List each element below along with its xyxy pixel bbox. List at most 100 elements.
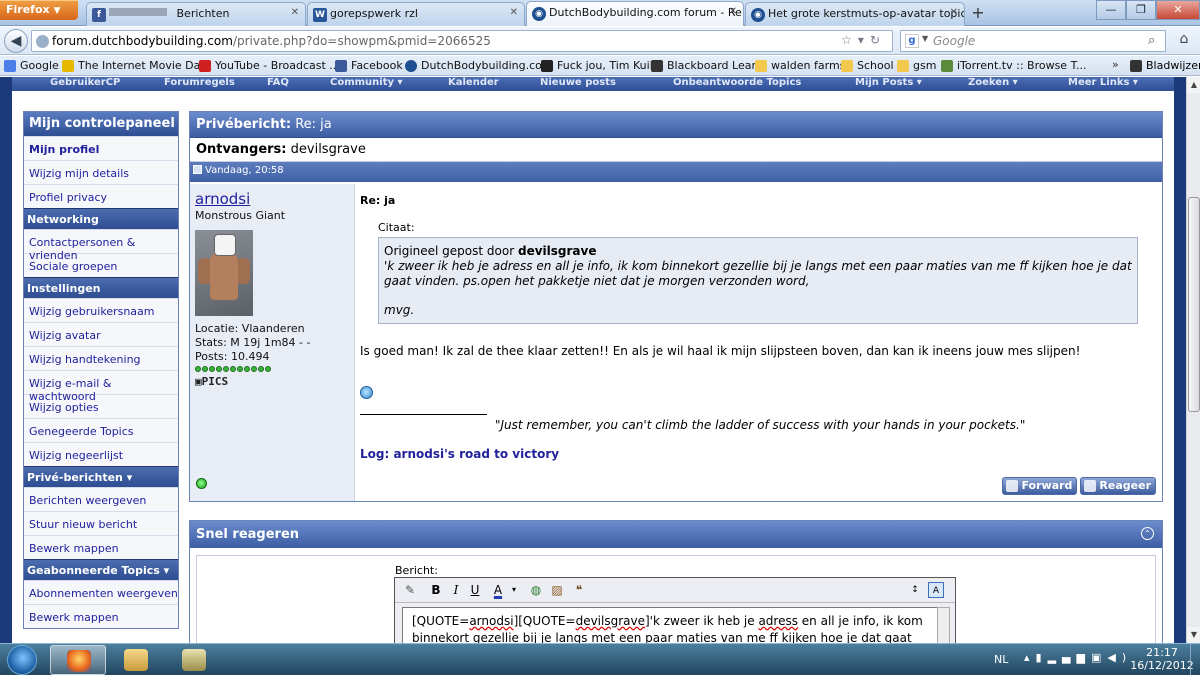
bookmark-dbb[interactable]: DutchBodybuilding.co...	[405, 59, 552, 72]
sidebar-item-bewerk-mappen-2[interactable]: Bewerk mappen	[24, 604, 178, 628]
sidebar-item-genegeerde-topics[interactable]: Genegeerde Topics	[24, 418, 178, 442]
language-indicator[interactable]: NL	[994, 653, 1008, 666]
sidebar-section-instellingen[interactable]: Instellingen	[24, 277, 178, 298]
bold-button[interactable]: B	[428, 582, 444, 598]
window-close-button[interactable]: ✕	[1156, 0, 1200, 20]
tab-word[interactable]: W gorepspwerk rzl ✕	[307, 2, 525, 26]
sidebar-item-bewerk-mappen[interactable]: Bewerk mappen	[24, 535, 178, 559]
sidebar-link[interactable]: Bewerk mappen	[29, 611, 119, 624]
nav-mijn-posts[interactable]: Mijn Posts ▾	[855, 77, 922, 88]
sidebar-link[interactable]: Bewerk mappen	[29, 542, 119, 555]
sidebar-item-wijzig-mijn-details[interactable]: Wijzig mijn details	[24, 160, 178, 184]
maximize-button[interactable]: ❐	[1126, 0, 1156, 20]
sidebar-link[interactable]: Wijzig gebruikersnaam	[29, 305, 155, 318]
close-icon[interactable]: ✕	[291, 7, 299, 18]
page-scrollbar[interactable]: ▲ ▼	[1186, 77, 1200, 643]
forward-button[interactable]: Forward	[1002, 477, 1078, 495]
start-button[interactable]	[4, 644, 42, 675]
italic-button[interactable]: I	[448, 582, 464, 598]
editor-scrollbar[interactable]	[937, 607, 950, 643]
bookmark-facebook[interactable]: Facebook	[335, 59, 403, 72]
chevron-down-icon[interactable]: ▾	[858, 33, 870, 47]
collapse-icon[interactable]: ⌃	[1141, 527, 1154, 540]
sidebar-link[interactable]: Berichten weergeven	[29, 494, 146, 507]
sidebar-link[interactable]: Wijzig mijn details	[29, 167, 129, 180]
bookmark-tim-kuik[interactable]: Fuck jou, Tim Kuik	[541, 59, 656, 72]
sidebar-item-wijzig-gebruikersnaam[interactable]: Wijzig gebruikersnaam	[24, 298, 178, 322]
close-icon[interactable]: ✕	[950, 7, 958, 18]
quote-icon[interactable]: ❝	[571, 582, 587, 598]
reload-icon[interactable]: ↻	[870, 33, 886, 47]
taskbar-firefox[interactable]	[50, 645, 106, 675]
bookmarks-menu-button[interactable]: Bladwijzers	[1130, 59, 1200, 72]
nav-nieuwe-posts[interactable]: Nieuwe posts	[540, 77, 616, 88]
nav-forumregels[interactable]: Forumregels	[164, 77, 235, 88]
bookmark-walden-farms[interactable]: walden farms	[755, 59, 845, 72]
underline-button[interactable]: U	[467, 582, 483, 598]
sidebar-item-contactpersonen[interactable]: Contactpersonen & vrienden	[24, 229, 178, 262]
sidebar-link[interactable]: Mijn profiel	[29, 143, 99, 156]
chevron-down-icon[interactable]: ▼	[922, 34, 928, 43]
sidebar-item-berichten-weergeven[interactable]: Berichten weergeven	[24, 487, 178, 511]
resize-icon[interactable]: ↕	[907, 582, 923, 598]
search-box[interactable]: g ▼ Google	[900, 30, 1166, 52]
home-icon[interactable]: ⌂	[1173, 31, 1195, 51]
sidebar-item-wijzig-negeerlijst[interactable]: Wijzig negeerlijst	[24, 442, 178, 466]
nav-faq[interactable]: FAQ	[267, 77, 289, 88]
sidebar-link[interactable]: Wijzig opties	[29, 401, 99, 414]
close-icon[interactable]: ✕	[729, 6, 737, 17]
chevron-up-icon[interactable]: ▴	[1024, 651, 1036, 664]
sidebar-section-geabonneerde-topics[interactable]: Geabonneerde Topics ▾	[24, 559, 178, 580]
message-textarea[interactable]: [QUOTE=arnodsi][QUOTE=devilsgrave]'k zwe…	[402, 607, 938, 643]
show-desktop-button[interactable]	[1190, 644, 1200, 675]
sidebar-link[interactable]: Genegeerde Topics	[29, 425, 134, 438]
font-color-button[interactable]: A	[490, 582, 506, 598]
network-icon[interactable]: ▣	[1091, 651, 1107, 664]
nav-zoeken[interactable]: Zoeken ▾	[968, 77, 1018, 88]
bookmark-youtube[interactable]: YouTube - Broadcast ...	[199, 59, 340, 72]
nav-community[interactable]: Community ▾	[330, 77, 403, 88]
signature-link[interactable]: Log: arnodsi's road to victory	[360, 447, 559, 461]
sidebar-link[interactable]: Profiel privacy	[29, 191, 107, 204]
sidebar-item-abonnementen-weergeven[interactable]: Abonnementen weergeven	[24, 580, 178, 604]
sidebar-item-wijzig-handtekening[interactable]: Wijzig handtekening	[24, 346, 178, 370]
bookmarks-overflow-button[interactable]: »	[1112, 58, 1119, 71]
tab-dbb-forum-active[interactable]: ◉ DutchBodybuilding.com forum - Re: ja ✕	[526, 1, 744, 26]
search-icon[interactable]: ⌕	[1148, 33, 1155, 48]
sidebar-link[interactable]: Wijzig avatar	[29, 329, 101, 342]
close-icon[interactable]: ✕	[510, 7, 518, 18]
bookmark-google[interactable]: Google	[4, 59, 59, 72]
sidebar-item-wijzig-avatar[interactable]: Wijzig avatar	[24, 322, 178, 346]
sidebar-item-profiel-privacy[interactable]: Profiel privacy	[24, 184, 178, 208]
username-link[interactable]: arnodsi	[195, 190, 354, 208]
reply-button[interactable]: Reageer	[1080, 477, 1156, 495]
nav-kalender[interactable]: Kalender	[448, 77, 499, 88]
scroll-up-icon[interactable]: ▲	[1187, 77, 1200, 93]
bookmark-star-icon[interactable]: ☆	[841, 33, 858, 47]
sidebar-item-mijn-profiel[interactable]: Mijn profiel	[24, 136, 178, 160]
tab-facebook[interactable]: f Berichten ✕	[86, 2, 306, 26]
scrollbar-thumb[interactable]	[1188, 197, 1200, 412]
nav-onbeantwoorde-topics[interactable]: Onbeantwoorde Topics	[673, 77, 801, 88]
clock[interactable]: 21:17 16/12/2012	[1130, 646, 1194, 672]
sidebar-link[interactable]: Wijzig negeerlijst	[29, 449, 123, 462]
sidebar-link[interactable]: Stuur nieuw bericht	[29, 518, 137, 531]
battery-icon[interactable]: ▮	[1036, 651, 1048, 664]
sidebar-section-networking[interactable]: Networking	[24, 208, 178, 229]
firefox-menu-button[interactable]: Firefox ▼	[0, 0, 78, 20]
tab-kerstmuts[interactable]: ◉ Het grote kerstmuts-op-avatar topic ..…	[745, 2, 965, 26]
signal-icon[interactable]: ▂▄▆	[1048, 651, 1091, 664]
bookmark-blackboard[interactable]: Blackboard Learn	[651, 59, 763, 72]
nav-gebruikercp[interactable]: GebruikerCP	[50, 77, 120, 88]
mode-switch-icon[interactable]: A	[928, 582, 944, 598]
taskbar-explorer[interactable]	[108, 645, 164, 675]
bookmark-gsm[interactable]: gsm	[897, 59, 936, 72]
sidebar-item-stuur-nieuw-bericht[interactable]: Stuur nieuw bericht	[24, 511, 178, 535]
link-icon[interactable]: ◍	[528, 582, 544, 598]
minimize-button[interactable]: —	[1096, 0, 1126, 20]
url-bar[interactable]: forum.dutchbodybuilding.com/private.php?…	[31, 30, 893, 52]
image-icon[interactable]: ▨	[549, 582, 565, 598]
sidebar-item-wijzig-email[interactable]: Wijzig e-mail & wachtwoord	[24, 370, 178, 403]
remove-format-icon[interactable]: ✎	[402, 582, 418, 598]
back-button[interactable]: ◀	[4, 29, 28, 53]
